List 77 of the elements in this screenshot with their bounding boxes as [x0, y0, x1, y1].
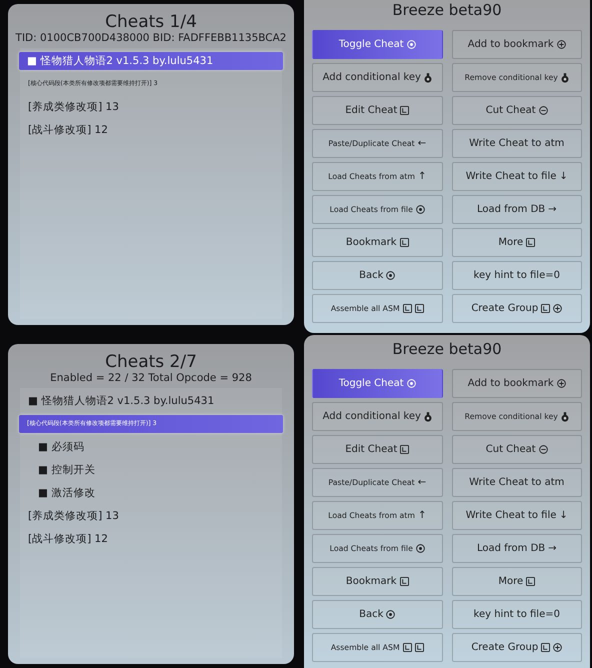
cheat-row[interactable]: [战斗修改项] 12: [20, 530, 290, 548]
panel-title: Cheats 2/7: [105, 352, 197, 372]
plus-circle-icon: [556, 40, 566, 49]
square-button-icon: [402, 643, 412, 652]
circle-button-icon: [406, 379, 416, 388]
cheat-row[interactable]: [养成类修改项] 13: [20, 507, 290, 525]
menu-button[interactable]: Create Group: [452, 294, 582, 323]
square-button-icon: [414, 643, 424, 652]
menu-button[interactable]: Bookmark: [312, 567, 442, 596]
menu-button[interactable]: More: [452, 567, 582, 596]
menu-button[interactable]: Add to bookmark: [452, 369, 582, 398]
plus-circle-icon: [556, 379, 566, 388]
cheat-row[interactable]: ■ 怪物猎人物语2 v1.5.3 by.lulu5431: [20, 392, 290, 410]
circle-button-icon: [416, 205, 425, 214]
minus-circle-icon: [538, 106, 548, 115]
menu-button[interactable]: Toggle Cheat: [312, 30, 442, 59]
menu-button[interactable]: Edit Cheat: [312, 96, 442, 125]
joystick-icon: [560, 72, 569, 82]
square-button-icon: [414, 304, 424, 313]
square-button-icon: [541, 304, 550, 313]
plus-circle-icon: [553, 304, 562, 313]
square-button-icon: [526, 577, 536, 586]
cheat-row[interactable]: [战斗修改项] 12: [20, 121, 290, 139]
arrow-icon: →: [548, 543, 557, 554]
menu-button[interactable]: Add to bookmark: [452, 30, 582, 59]
panel-title: Breeze beta90: [391, 340, 503, 358]
menu-button[interactable]: Add conditional key: [312, 63, 442, 92]
menu-button[interactable]: Create Group: [452, 633, 582, 662]
menu-button[interactable]: Edit Cheat: [312, 435, 442, 464]
square-button-icon: [400, 445, 410, 454]
arrow-icon: ↓: [559, 510, 568, 521]
menu-button[interactable]: Write Cheat to file ↓: [452, 162, 582, 191]
menu-button[interactable]: Write Cheat to atm: [452, 129, 582, 158]
square-button-icon: [402, 304, 412, 313]
menu-button[interactable]: Cut Cheat: [452, 435, 582, 464]
arrow-icon: ↑: [418, 171, 426, 182]
panel-subtitle: TID: 0100CB700D438000 BID: FADFFEBB1135BCA2: [16, 32, 286, 45]
menu-button[interactable]: Cut Cheat: [452, 96, 582, 125]
panel-title: Cheats 1/4: [105, 12, 197, 32]
circle-button-icon: [386, 271, 396, 280]
square-button-icon: [400, 577, 409, 586]
square-button-icon: [400, 238, 409, 247]
cheat-row[interactable]: [养成类修改项] 13: [20, 98, 290, 116]
square-button-icon: [541, 643, 550, 652]
menu-button[interactable]: Bookmark: [312, 228, 442, 257]
menu-button[interactable]: Write Cheat to atm: [452, 468, 582, 497]
menu-button[interactable]: Add conditional key: [312, 402, 442, 431]
square-button-icon: [526, 238, 536, 247]
arrow-icon: ←: [418, 477, 426, 488]
menu-button[interactable]: key hint to file=0: [452, 600, 582, 629]
circle-button-icon: [416, 544, 425, 553]
menu-button[interactable]: Write Cheat to file ↓: [452, 501, 582, 530]
joystick-icon: [424, 412, 432, 422]
cheat-row[interactable]: ■ 必须码: [20, 438, 290, 456]
arrow-icon: ←: [418, 138, 426, 149]
arrow-icon: →: [548, 204, 557, 215]
arrow-icon: ↓: [559, 171, 568, 182]
circle-button-icon: [386, 610, 396, 619]
menu-button[interactable]: key hint to file=0: [452, 261, 582, 290]
cheat-row[interactable]: ■ 激活修改: [20, 484, 290, 502]
menu-button[interactable]: Back: [312, 261, 442, 290]
minus-circle-icon: [538, 445, 548, 454]
cheat-row[interactable]: ■ 控制开关: [20, 461, 290, 479]
joystick-icon: [424, 72, 432, 82]
menu-button[interactable]: Toggle Cheat: [312, 369, 442, 398]
menu-button[interactable]: Load from DB →: [452, 534, 582, 563]
square-button-icon: [400, 106, 410, 115]
menu-button[interactable]: Back: [312, 600, 442, 629]
circle-button-icon: [406, 40, 416, 49]
cheat-row[interactable]: ■ 怪物猎人物语2 v1.5.3 by.lulu5431: [19, 52, 283, 70]
panel-subtitle: Enabled = 22 / 32 Total Opcode = 928: [50, 372, 252, 385]
panel-title: Breeze beta90: [391, 1, 503, 19]
menu-button[interactable]: Load from DB →: [452, 195, 582, 224]
menu-button[interactable]: More: [452, 228, 582, 257]
plus-circle-icon: [553, 643, 562, 652]
joystick-icon: [560, 412, 569, 422]
arrow-icon: ↑: [418, 510, 426, 521]
